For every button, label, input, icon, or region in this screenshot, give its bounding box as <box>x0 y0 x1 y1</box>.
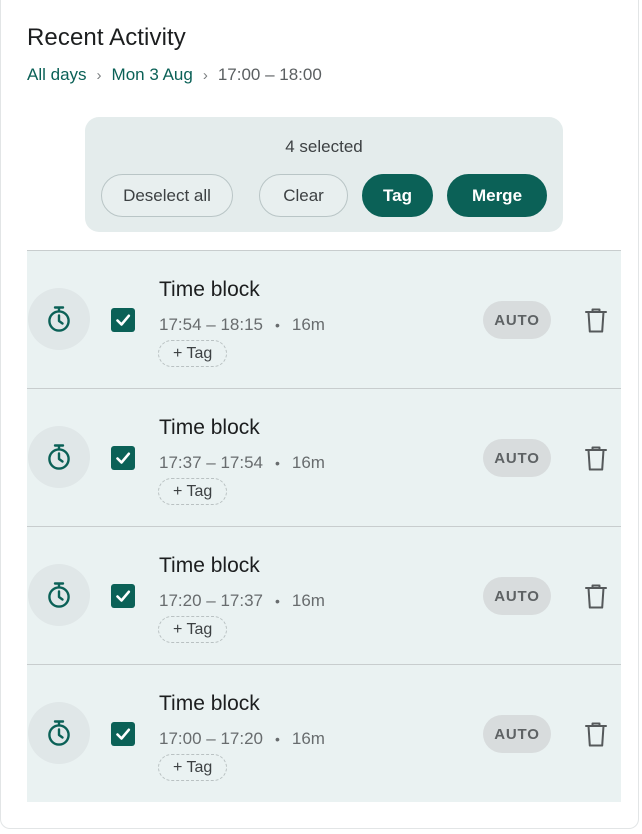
row-checkbox[interactable] <box>111 308 135 332</box>
stopwatch-icon <box>28 564 90 626</box>
row-checkbox[interactable] <box>111 584 135 608</box>
activity-range: 17:20 – 17:37 <box>159 591 263 610</box>
breadcrumb-separator: › <box>96 66 102 84</box>
activity-title: Time block <box>159 416 260 439</box>
breadcrumb-all-days[interactable]: All days <box>27 65 87 85</box>
recent-activity-panel: Recent Activity All days › Mon 3 Aug › 1… <box>0 0 639 829</box>
stopwatch-icon <box>28 288 90 350</box>
breadcrumb-day[interactable]: Mon 3 Aug <box>112 65 193 85</box>
breadcrumb-separator: › <box>202 66 208 84</box>
auto-badge: AUTO <box>483 715 551 753</box>
activity-title: Time block <box>159 278 260 301</box>
delete-button[interactable] <box>583 582 609 610</box>
activity-row[interactable]: Time block 17:20 – 17:37 • 16m + Tag AUT… <box>27 527 621 665</box>
merge-button[interactable]: Merge <box>447 174 547 217</box>
activity-duration: 16m <box>291 591 325 610</box>
delete-button[interactable] <box>583 720 609 748</box>
delete-button[interactable] <box>583 306 609 334</box>
activity-time: 17:54 – 18:15 • 16m <box>159 315 325 335</box>
trash-icon <box>585 308 607 332</box>
add-tag-chip[interactable]: + Tag <box>158 340 228 367</box>
auto-badge: AUTO <box>483 439 551 477</box>
activity-row[interactable]: Time block 17:00 – 17:20 • 16m + Tag AUT… <box>27 665 621 802</box>
activity-range: 17:54 – 18:15 <box>159 315 263 334</box>
selection-toolbar: 4 selected Deselect all Clear Tag Merge <box>85 117 563 232</box>
auto-badge: AUTO <box>483 301 551 339</box>
activity-title: Time block <box>159 554 260 577</box>
delete-button[interactable] <box>583 444 609 472</box>
separator-dot: • <box>274 317 280 333</box>
activity-row[interactable]: Time block 17:37 – 17:54 • 16m + Tag AUT… <box>27 389 621 527</box>
checkmark-icon <box>116 452 131 464</box>
trash-icon <box>585 584 607 608</box>
add-tag-chip[interactable]: + Tag <box>158 754 228 781</box>
add-tag-chip[interactable]: + Tag <box>158 478 228 505</box>
page-title: Recent Activity <box>27 24 186 51</box>
activity-range: 17:37 – 17:54 <box>159 453 263 472</box>
activity-duration: 16m <box>291 729 325 748</box>
activity-time: 17:00 – 17:20 • 16m <box>159 729 325 749</box>
row-checkbox[interactable] <box>111 446 135 470</box>
breadcrumb: All days › Mon 3 Aug › 17:00 – 18:00 <box>27 64 322 86</box>
clear-button[interactable]: Clear <box>259 174 348 217</box>
checkmark-icon <box>116 728 131 740</box>
activity-row[interactable]: Time block 17:54 – 18:15 • 16m + Tag AUT… <box>27 251 621 389</box>
activity-title: Time block <box>159 692 260 715</box>
deselect-all-button[interactable]: Deselect all <box>101 174 233 217</box>
separator-dot: • <box>274 593 280 609</box>
stopwatch-icon <box>28 702 90 764</box>
activity-duration: 16m <box>291 315 325 334</box>
checkmark-icon <box>116 314 131 326</box>
activity-time: 17:37 – 17:54 • 16m <box>159 453 325 473</box>
row-checkbox[interactable] <box>111 722 135 746</box>
activity-time: 17:20 – 17:37 • 16m <box>159 591 325 611</box>
separator-dot: • <box>274 731 280 747</box>
breadcrumb-current-hour: 17:00 – 18:00 <box>217 65 322 84</box>
stopwatch-icon <box>28 426 90 488</box>
auto-badge: AUTO <box>483 577 551 615</box>
activity-duration: 16m <box>291 453 325 472</box>
activity-range: 17:00 – 17:20 <box>159 729 263 748</box>
activity-list: Time block 17:54 – 18:15 • 16m + Tag AUT… <box>27 250 621 802</box>
trash-icon <box>585 446 607 470</box>
checkmark-icon <box>116 590 131 602</box>
separator-dot: • <box>274 455 280 471</box>
trash-icon <box>585 722 607 746</box>
tag-button[interactable]: Tag <box>362 174 433 217</box>
add-tag-chip[interactable]: + Tag <box>158 616 228 643</box>
selected-count: 4 selected <box>285 137 363 156</box>
